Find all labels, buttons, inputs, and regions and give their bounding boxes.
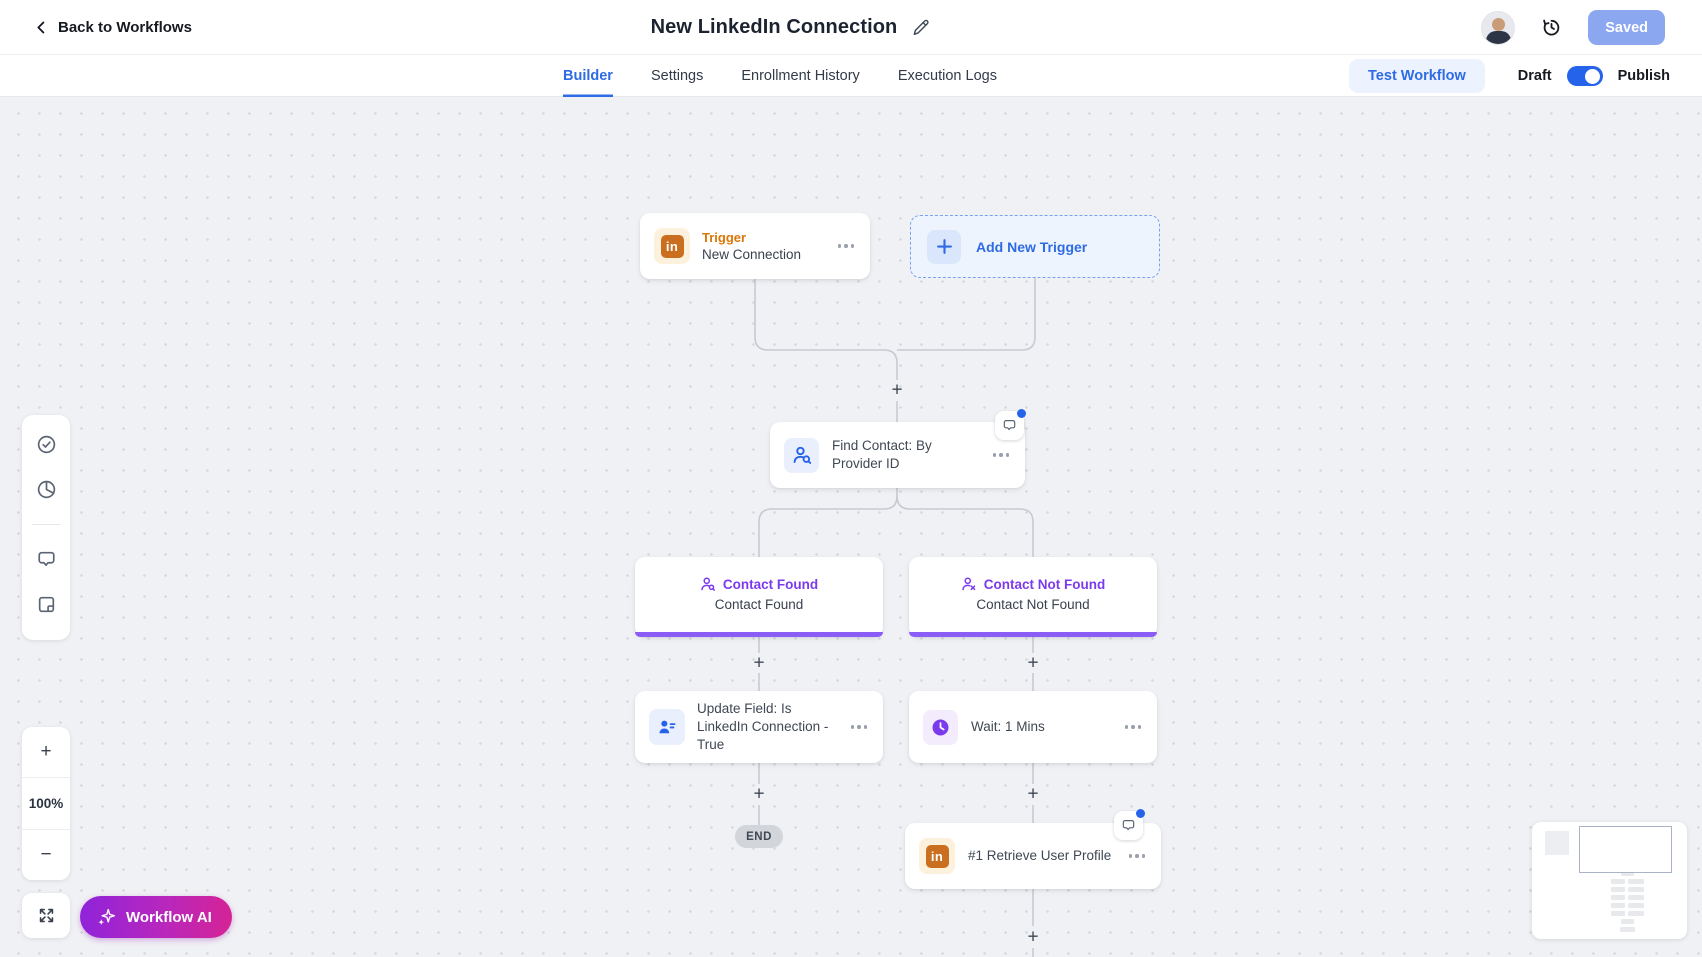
- contact-not-found-icon: [961, 576, 977, 592]
- zoom-level: 100%: [22, 777, 70, 828]
- user-avatar[interactable]: [1481, 11, 1515, 45]
- comments-icon[interactable]: [36, 549, 57, 570]
- branch-contact-found-node[interactable]: Contact Found Contact Found: [635, 557, 883, 637]
- comment-badge[interactable]: [1114, 811, 1143, 840]
- test-workflow-button[interactable]: Test Workflow: [1349, 59, 1485, 93]
- workflow-tabbar: Builder Settings Enrollment History Exec…: [0, 55, 1702, 97]
- retrieve-profile-label: #1 Retrieve User Profile: [968, 847, 1111, 865]
- workflow-canvas[interactable]: + + + + + + in Trigger New Connection Ad…: [0, 97, 1702, 957]
- notification-dot: [1136, 809, 1145, 818]
- validation-check-icon[interactable]: [36, 434, 57, 455]
- sparkles-ai-icon: [96, 907, 117, 928]
- comment-badge[interactable]: [995, 411, 1024, 440]
- chevron-left-icon: [34, 20, 49, 35]
- find-contact-node[interactable]: Find Contact: By Provider ID: [770, 422, 1025, 488]
- version-history-icon[interactable]: [1540, 16, 1563, 39]
- tab-builder[interactable]: Builder: [563, 55, 613, 97]
- minimap-node: [1545, 831, 1569, 855]
- update-contact-icon: [649, 709, 685, 745]
- update-field-label: Update Field: Is LinkedIn Connection - T…: [697, 700, 837, 755]
- trigger-title: Trigger: [702, 230, 801, 245]
- find-contact-label: Find Contact: By Provider ID: [832, 437, 978, 473]
- add-new-trigger-button[interactable]: Add New Trigger: [910, 215, 1160, 278]
- linkedin-icon: in: [654, 228, 690, 264]
- draft-label: Draft: [1518, 68, 1552, 84]
- tab-execution-logs[interactable]: Execution Logs: [898, 55, 997, 97]
- add-action-plus[interactable]: +: [753, 654, 764, 673]
- add-new-trigger-label: Add New Trigger: [976, 239, 1087, 255]
- saved-button[interactable]: Saved: [1588, 10, 1665, 45]
- page-title: New LinkedIn Connection: [651, 16, 898, 39]
- add-action-plus[interactable]: +: [1027, 928, 1038, 947]
- tab-enrollment-history[interactable]: Enrollment History: [741, 55, 859, 97]
- divider: [32, 524, 60, 525]
- zoom-in-button[interactable]: +: [22, 727, 70, 777]
- header: Back to Workflows New LinkedIn Connectio…: [0, 0, 1702, 55]
- back-label: Back to Workflows: [58, 19, 192, 36]
- more-menu-icon[interactable]: [1127, 848, 1148, 864]
- comment-icon: [1121, 818, 1136, 833]
- branch-title: Contact Found: [723, 577, 818, 592]
- trigger-subtitle: New Connection: [702, 247, 801, 262]
- comment-icon: [1002, 418, 1017, 433]
- stats-pie-icon[interactable]: [36, 479, 57, 500]
- tabs: Builder Settings Enrollment History Exec…: [563, 55, 997, 97]
- back-to-workflows-button[interactable]: Back to Workflows: [34, 0, 192, 55]
- contact-found-icon: [700, 576, 716, 592]
- branch-contact-not-found-node[interactable]: Contact Not Found Contact Not Found: [909, 557, 1157, 637]
- more-menu-icon[interactable]: [836, 238, 857, 254]
- add-action-plus[interactable]: +: [1027, 654, 1038, 673]
- contact-search-icon: [784, 438, 819, 473]
- more-menu-icon[interactable]: [849, 719, 870, 735]
- branch-subtitle: Contact Not Found: [976, 597, 1089, 612]
- fullscreen-icon: [37, 906, 56, 925]
- zoom-out-button[interactable]: −: [22, 829, 70, 880]
- wait-node[interactable]: Wait: 1 Mins: [909, 691, 1157, 763]
- more-menu-icon[interactable]: [991, 447, 1012, 463]
- branch-subtitle: Contact Found: [715, 597, 804, 612]
- notification-dot: [1017, 409, 1026, 418]
- branch-accent-bar: [635, 632, 883, 638]
- workflow-ai-label: Workflow AI: [126, 909, 212, 926]
- draft-publish-toggle[interactable]: [1567, 66, 1603, 86]
- publish-label: Publish: [1618, 68, 1670, 84]
- zoom-controls: + 100% −: [22, 727, 70, 880]
- add-action-plus[interactable]: +: [753, 785, 764, 804]
- wait-label: Wait: 1 Mins: [971, 718, 1045, 736]
- branch-accent-bar: [909, 632, 1157, 638]
- wait-clock-icon: [923, 710, 958, 745]
- add-action-plus[interactable]: +: [891, 381, 902, 400]
- add-action-plus[interactable]: +: [1027, 785, 1038, 804]
- edit-title-pencil-icon[interactable]: [911, 19, 929, 37]
- more-menu-icon[interactable]: [1123, 719, 1144, 735]
- toggle-knob: [1585, 69, 1600, 84]
- branch-title: Contact Not Found: [984, 577, 1105, 592]
- plus-icon: [927, 230, 961, 264]
- retrieve-user-profile-node[interactable]: in #1 Retrieve User Profile: [905, 823, 1161, 889]
- end-badge: END: [735, 825, 783, 848]
- canvas-tool-rail: [22, 415, 70, 640]
- trigger-node[interactable]: in Trigger New Connection: [640, 213, 870, 279]
- notes-icon[interactable]: [36, 594, 57, 615]
- workflow-ai-button[interactable]: Workflow AI: [80, 896, 232, 938]
- linkedin-icon: in: [919, 838, 955, 874]
- update-field-node[interactable]: Update Field: Is LinkedIn Connection - T…: [635, 691, 883, 763]
- fit-to-screen-button[interactable]: [22, 893, 70, 938]
- tab-settings[interactable]: Settings: [651, 55, 703, 97]
- minimap-viewport[interactable]: [1579, 826, 1672, 873]
- minimap[interactable]: [1532, 822, 1687, 939]
